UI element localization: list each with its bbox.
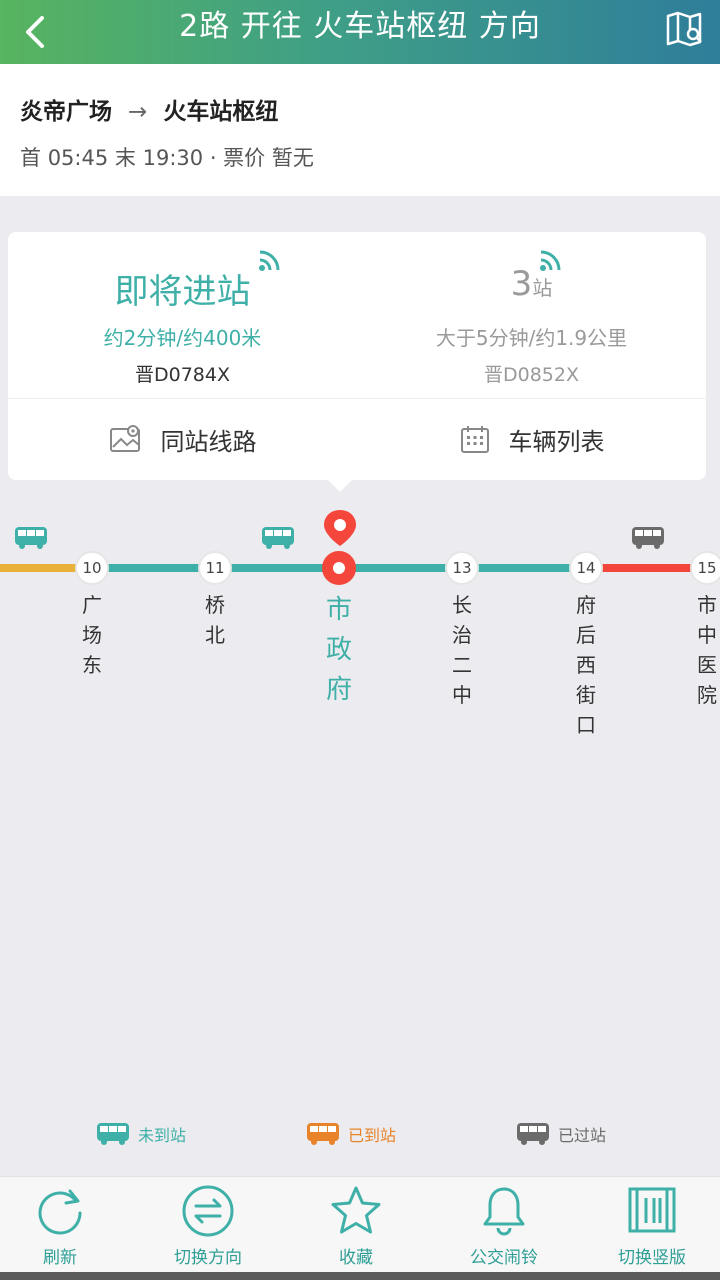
system-nav-strip	[0, 1272, 720, 1280]
next-bus[interactable]: 3站 大于5分钟/约1.9公里 晋D0852X	[357, 232, 706, 398]
fare-label: · 票价	[209, 146, 266, 170]
legend-passed: 已过站	[516, 1122, 606, 1146]
favorite-button[interactable]: 收藏	[284, 1183, 428, 1269]
bus-passed-icon[interactable]	[631, 526, 665, 550]
switch-direction-label: 切换方向	[174, 1248, 242, 1268]
legend-label: 已到站	[348, 1126, 397, 1145]
terminal-stop: 火车站枢纽	[163, 99, 279, 125]
station-node[interactable]: 14	[569, 551, 603, 585]
switch-layout-label: 切换竖版	[618, 1248, 686, 1268]
refresh-icon	[38, 1189, 82, 1235]
station-name[interactable]: 长治二中	[447, 590, 477, 710]
refresh-button[interactable]: 刷新	[0, 1183, 132, 1269]
route-schedule: 首 05:45 末 19:30 · 票价 暂无	[20, 142, 314, 172]
bus-eta: 大于5分钟/约1.9公里	[435, 326, 628, 350]
legend-arrived: 已到站	[306, 1122, 396, 1146]
bell-icon	[483, 1187, 525, 1236]
realtime-signal-icon	[259, 250, 280, 271]
route-line[interactable]: 10 11 13 14 15 广场东 桥北 市政府 长治二中 府后西街口 市中医…	[0, 500, 720, 760]
bus-status: 即将进站	[114, 272, 251, 312]
current-station-name[interactable]: 市政府	[321, 590, 357, 710]
bus-alarm-button[interactable]: 公交闹铃	[432, 1183, 576, 1269]
origin-stop: 炎帝广场	[20, 99, 112, 125]
station-map-icon	[109, 425, 140, 452]
station-name[interactable]: 广场东	[77, 590, 107, 680]
station-node[interactable]: 13	[445, 551, 479, 585]
station-name[interactable]: 府后西街口	[571, 590, 601, 740]
last-bus-label: 末	[114, 146, 136, 170]
vehicle-list-button[interactable]: 车辆列表	[357, 398, 706, 480]
station-name[interactable]: 桥北	[200, 590, 230, 650]
card-pointer	[328, 480, 352, 492]
map-icon	[666, 11, 702, 47]
bus-plate: 晋D0784X	[134, 364, 230, 386]
bus-plate: 晋D0852X	[483, 364, 579, 386]
vertical-layout-icon	[628, 1187, 676, 1233]
bus-not-arrived-icon[interactable]	[14, 526, 48, 550]
bus-stops-away: 3站	[357, 264, 706, 304]
route-arrow: →	[128, 99, 148, 125]
location-pin-icon	[324, 510, 356, 546]
page-title: 2路 开往 火车站枢纽 方向	[179, 9, 541, 44]
bus-alarm-label: 公交闹铃	[470, 1248, 538, 1268]
vehicle-list-label: 车辆列表	[508, 427, 605, 456]
app-header: 2路 开往 火车站枢纽 方向	[0, 0, 720, 64]
back-button[interactable]	[14, 10, 58, 54]
first-bus-label: 首	[20, 146, 41, 170]
bus-eta: 约2分钟/约400米	[103, 326, 262, 350]
switch-layout-button[interactable]: 切换竖版	[580, 1183, 720, 1269]
nearest-bus[interactable]: 即将进站 约2分钟/约400米 晋D0784X	[8, 232, 357, 398]
star-icon	[331, 1186, 381, 1234]
legend-label: 已过站	[558, 1126, 607, 1145]
current-station-node[interactable]	[322, 551, 356, 585]
map-button[interactable]	[662, 8, 706, 52]
stops-count: 3	[510, 264, 533, 304]
station-node[interactable]: 11	[198, 551, 232, 585]
realtime-signal-icon	[540, 250, 561, 271]
same-station-label: 同站线路	[160, 427, 257, 456]
station-node[interactable]: 15	[690, 551, 720, 585]
bus-not-arrived-icon[interactable]	[261, 526, 295, 550]
stops-unit: 站	[532, 276, 553, 300]
last-bus-time: 19:30	[142, 146, 204, 170]
switch-direction-button[interactable]: 切换方向	[136, 1183, 280, 1269]
legend-label: 未到站	[138, 1126, 187, 1145]
bus-passed-icon	[517, 1123, 549, 1145]
station-node[interactable]: 10	[75, 551, 109, 585]
chevron-left-icon	[26, 16, 44, 48]
bus-arrived-icon	[307, 1123, 339, 1145]
first-bus-time: 05:45	[47, 146, 109, 170]
swap-arrows-icon	[182, 1185, 234, 1237]
calendar-icon	[460, 426, 489, 453]
arrival-card: 即将进站 约2分钟/约400米 晋D0784X 3站 大于5分钟/约1.9公里 …	[8, 232, 706, 480]
bus-not-arrived-icon	[97, 1123, 129, 1145]
bus-status-legend: 未到站 已到站 已过站	[0, 1116, 720, 1156]
route-endpoints: 炎帝广场 → 火车站枢纽	[20, 92, 278, 126]
favorite-label: 收藏	[339, 1248, 373, 1268]
same-station-lines-button[interactable]: 同站线路	[8, 398, 357, 480]
fare-value: 暂无	[271, 146, 314, 170]
refresh-label: 刷新	[43, 1248, 77, 1268]
station-name[interactable]: 市中医院	[692, 590, 720, 710]
bottom-toolbar: 刷新 切换方向 收藏 公交闹铃 切换竖版	[0, 1176, 720, 1272]
route-info-panel: 炎帝广场 → 火车站枢纽 首 05:45 末 19:30 · 票价 暂无	[0, 64, 720, 196]
legend-not-arrived: 未到站	[96, 1122, 186, 1146]
